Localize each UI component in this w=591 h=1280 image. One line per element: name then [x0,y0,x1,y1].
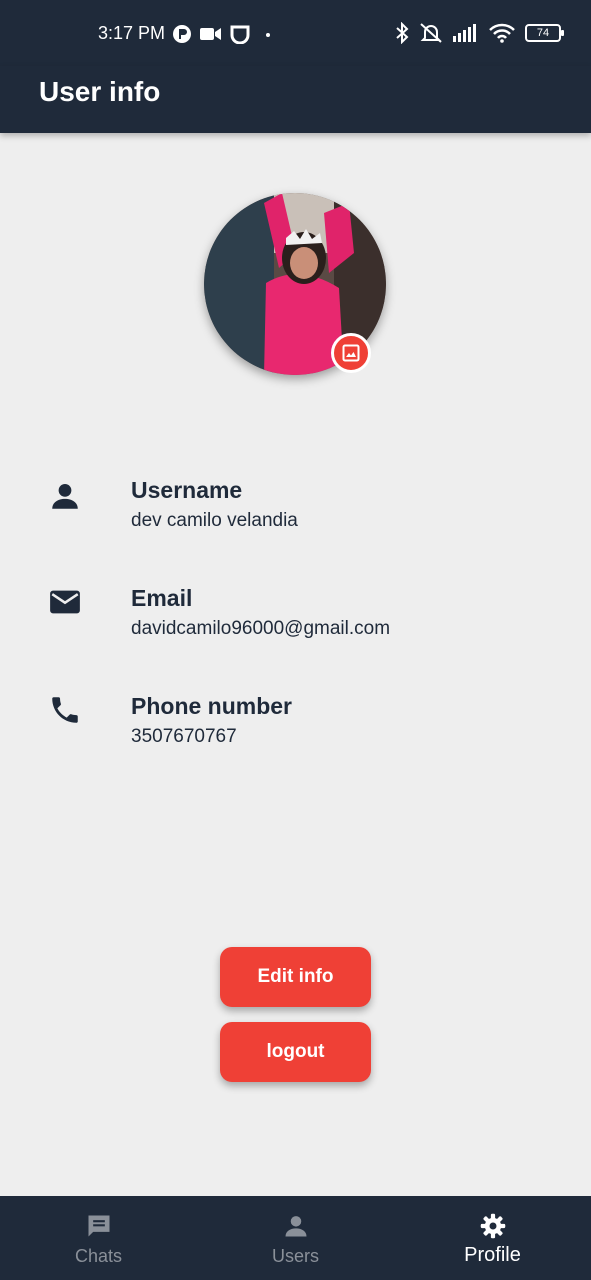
video-camera-icon [200,28,221,40]
battery-indicator: 74 [525,24,564,42]
app-notification-icon [173,25,191,43]
nav-item-users[interactable]: Users [197,1196,394,1280]
logout-button[interactable]: logout [220,1022,371,1082]
username-row: Username dev camilo velandia [0,477,591,557]
email-value: davidcamilo96000@gmail.com [131,618,391,639]
status-system-icons: 74 [395,22,564,44]
email-icon [50,590,80,614]
app-bar: User info [0,66,591,133]
email-label: Email [131,585,193,611]
image-icon [342,344,360,362]
nav-label-chats: Chats [74,1246,123,1266]
dot-icon [266,33,270,37]
phone-row: Phone number 3507670767 [0,693,591,773]
wifi-icon [489,23,515,43]
username-label: Username [131,477,243,503]
muted-bell-icon [420,23,442,43]
nav-label-profile: Profile [464,1244,521,1266]
phone-value: 3507670767 [131,726,237,747]
gear-icon [480,1213,505,1239]
status-notification-icons [172,24,272,44]
change-photo-button[interactable] [331,333,371,373]
email-row: Email davidcamilo96000@gmail.com [0,585,591,665]
phone-icon [52,697,78,723]
username-value: dev camilo velandia [131,510,298,531]
avatar-container[interactable] [204,193,386,375]
chat-icon [88,1215,109,1237]
nav-item-chats[interactable]: Chats [0,1196,197,1280]
nav-item-profile[interactable]: Profile [394,1196,591,1280]
status-time: 3:17 PM [98,23,166,43]
phone-label: Phone number [131,693,293,719]
person-icon [52,483,78,509]
signal-icon [453,24,476,42]
bottom-navigation: Chats Users Profile [0,1196,591,1280]
bluetooth-icon [396,22,409,44]
page-title: User info [39,76,161,107]
person-icon [285,1216,306,1237]
nav-label-users: Users [271,1246,319,1266]
edit-info-button[interactable]: Edit info [220,947,371,1007]
shield-app-icon [230,25,250,44]
status-bar: 3:17 PM 74 [0,0,591,66]
